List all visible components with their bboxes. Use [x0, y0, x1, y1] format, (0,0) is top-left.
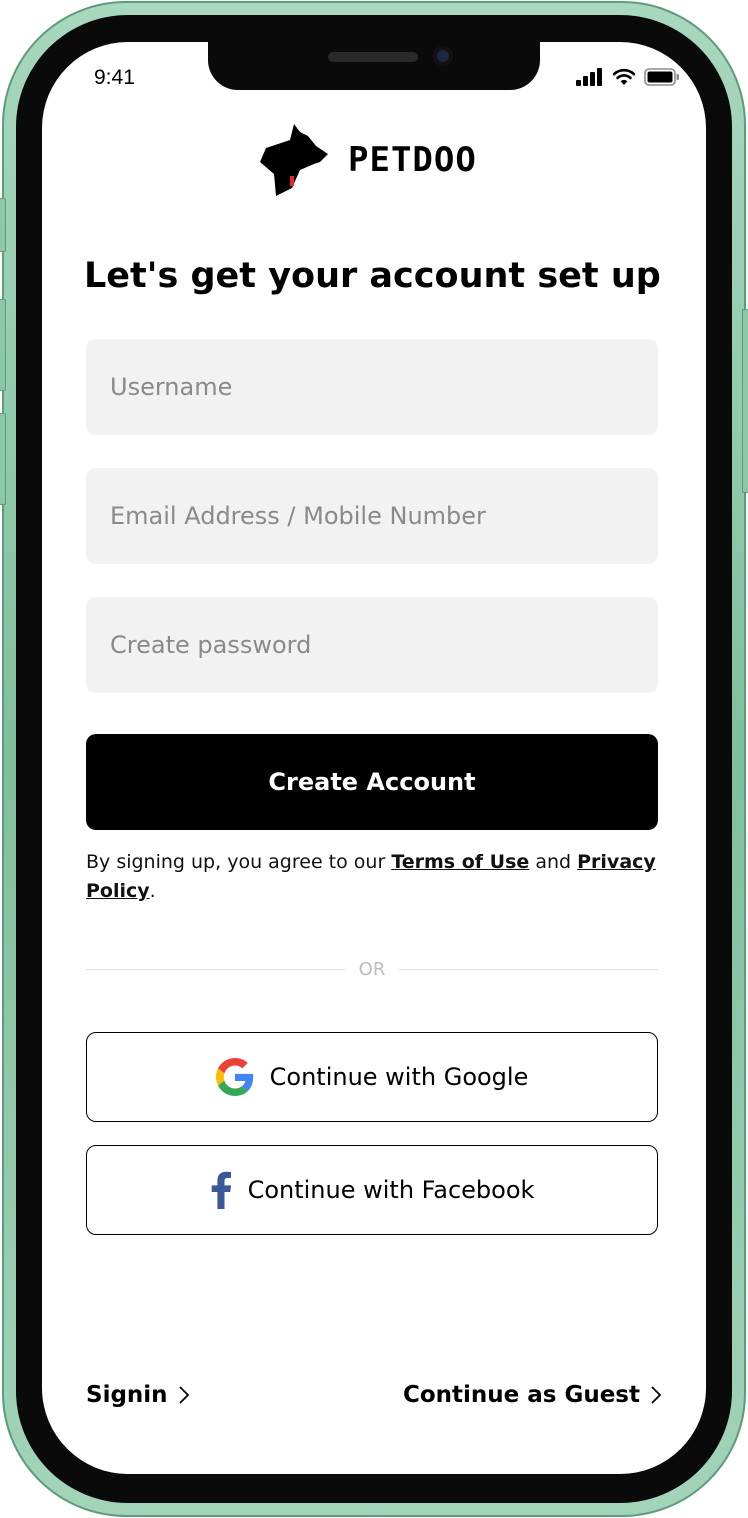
create-account-button[interactable]: Create Account [86, 734, 658, 830]
power-button [742, 309, 748, 493]
speaker [328, 52, 418, 62]
email-mobile-input[interactable] [86, 468, 658, 564]
password-input[interactable] [86, 597, 658, 693]
brand-name: PETDOO [348, 140, 477, 180]
status-icons [576, 68, 680, 86]
page-title: Let's get your account set up [84, 256, 661, 296]
signin-label: Signin [86, 1382, 168, 1408]
terms-suffix-text: . [149, 880, 156, 902]
guest-label: Continue as Guest [402, 1382, 640, 1408]
terms-notice: By signing up, you agree to our Terms of… [86, 848, 666, 906]
status-time: 9:41 [94, 66, 135, 89]
username-input[interactable] [86, 339, 658, 435]
facebook-button-label: Continue with Facebook [247, 1176, 535, 1204]
continue-with-google-button[interactable]: Continue with Google [86, 1032, 658, 1122]
chevron-right-icon [651, 1386, 662, 1404]
google-icon [215, 1058, 253, 1096]
google-button-label: Continue with Google [269, 1063, 529, 1091]
notch [208, 42, 540, 90]
or-label: OR [358, 958, 386, 980]
cellular-signal-icon [576, 68, 602, 86]
facebook-icon [211, 1171, 231, 1209]
collar-tag-icon [290, 176, 294, 186]
terms-and-text: and [529, 851, 578, 873]
divider-line-right [399, 968, 658, 970]
chevron-right-icon [178, 1386, 189, 1404]
screen: 9:41 PETDOO Let's get your account set u… [42, 42, 706, 1474]
battery-icon [644, 68, 679, 86]
continue-as-guest-link[interactable]: Continue as Guest [403, 1382, 662, 1408]
wifi-icon [612, 68, 636, 85]
silent-switch [0, 198, 6, 252]
front-camera [433, 46, 453, 66]
volume-down-button [0, 413, 6, 505]
or-divider: OR [86, 956, 658, 982]
divider-line-left [86, 968, 345, 970]
dog-head-icon [260, 124, 328, 196]
brand-logo: PETDOO [260, 124, 477, 196]
volume-up-button [0, 299, 6, 391]
signin-link[interactable]: Signin [86, 1382, 190, 1408]
terms-of-use-link[interactable]: Terms of Use [391, 851, 529, 873]
terms-prefix-text: By signing up, you agree to our [86, 851, 392, 873]
continue-with-facebook-button[interactable]: Continue with Facebook [86, 1145, 658, 1235]
